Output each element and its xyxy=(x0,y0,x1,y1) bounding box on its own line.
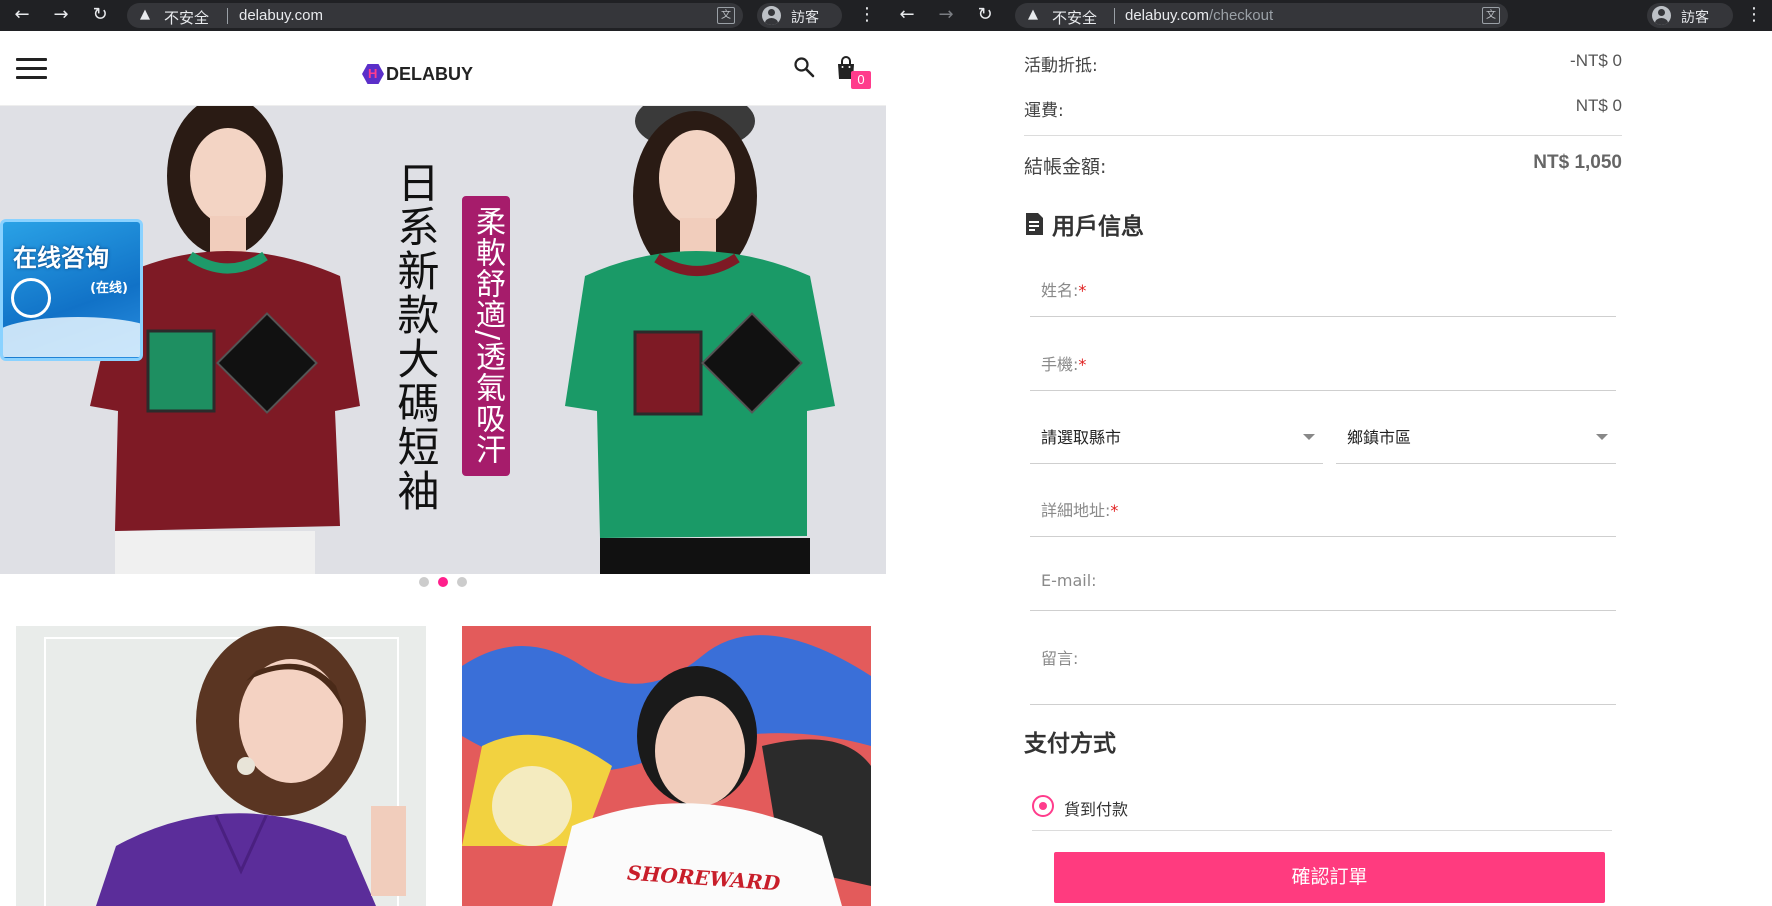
payment-option-label: 貨到付款 xyxy=(1064,800,1129,819)
phone-field[interactable]: 手機:* xyxy=(1030,341,1616,391)
chat-widget-status: (在线) xyxy=(90,281,128,296)
translate-icon[interactable]: 文 xyxy=(717,7,735,24)
forward-arrow-icon[interactable]: → xyxy=(50,4,72,26)
url-text: delabuy.com/checkout xyxy=(1125,7,1274,24)
reload-icon[interactable]: ↻ xyxy=(974,4,996,26)
message-label: 留言: xyxy=(1041,649,1079,668)
translate-icon[interactable]: 文 xyxy=(1482,7,1500,24)
required-mark: * xyxy=(1078,355,1087,374)
carousel-dot-active[interactable] xyxy=(438,577,448,587)
summary-row-shipping: 運費: NT$ 0 xyxy=(1024,96,1622,121)
summary-label: 活動折抵: xyxy=(1024,56,1098,76)
address-bar[interactable]: ▲ 不安全 delabuy.com 文 xyxy=(127,3,743,28)
total-value: NT$ 1,050 xyxy=(1533,152,1622,173)
radio-selected-icon[interactable] xyxy=(1032,795,1054,817)
chevron-down-icon xyxy=(1303,434,1315,440)
address-field[interactable]: 詳細地址:* xyxy=(1030,487,1616,537)
banner-tagline: 柔軟舒適/透氣吸汗 xyxy=(462,196,510,476)
browser-menu-icon[interactable]: ⋮ xyxy=(858,4,876,26)
logo-text: DELABUY xyxy=(386,63,474,84)
county-select-value: 請選取縣市 xyxy=(1041,428,1122,447)
profile-button[interactable]: 訪客 xyxy=(757,3,842,28)
chat-widget-wave xyxy=(3,317,140,357)
cart-count-badge: 0 xyxy=(851,71,871,89)
forward-arrow-icon[interactable]: → xyxy=(935,4,957,26)
banner-headline: 日系新款大碼短袖 xyxy=(391,161,440,513)
security-label: 不安全 xyxy=(1052,9,1098,27)
carousel-dot[interactable] xyxy=(419,577,429,587)
summary-row-total: 結帳金額: NT$ 1,050 xyxy=(1024,152,1622,178)
site-header: DELABUY xyxy=(0,31,886,106)
avatar-icon xyxy=(762,6,781,25)
email-field[interactable]: E-mail: xyxy=(1030,561,1616,611)
warning-icon: ▲ xyxy=(1028,7,1038,22)
name-field[interactable]: 姓名:* xyxy=(1030,267,1616,317)
summary-value: NT$ 0 xyxy=(1575,96,1622,115)
profile-name: 訪客 xyxy=(1681,10,1709,26)
product-tile-white-tee[interactable]: SHOREWARD xyxy=(462,626,871,906)
required-mark: * xyxy=(1110,501,1119,520)
back-arrow-icon[interactable]: ← xyxy=(896,4,918,26)
email-label: E-mail: xyxy=(1041,571,1097,590)
security-label: 不安全 xyxy=(164,9,210,27)
product-tile-purple-blouse[interactable] xyxy=(16,626,426,906)
chat-widget-title: 在线咨询 xyxy=(13,244,109,272)
address-label: 詳細地址:* xyxy=(1041,501,1119,520)
payment-title: 支付方式 xyxy=(1024,731,1116,757)
confirm-order-button[interactable]: 確認訂單 xyxy=(1054,852,1605,903)
product-image-purple xyxy=(96,626,406,906)
required-mark: * xyxy=(1078,281,1087,300)
avatar-icon xyxy=(1652,6,1671,25)
address-bar[interactable]: ▲ 不安全 delabuy.com/checkout 文 xyxy=(1015,3,1508,28)
omnibox-separator xyxy=(1114,8,1115,24)
reload-icon[interactable]: ↻ xyxy=(89,4,111,26)
right-browser-window: ← → ↻ ▲ 不安全 delabuy.com/checkout 文 訪客 ⋮ … xyxy=(886,0,1772,906)
payment-heading: 支付方式 xyxy=(1024,725,1116,757)
phone-icon xyxy=(11,278,51,318)
logo-mark-icon xyxy=(362,64,384,84)
summary-divider xyxy=(1024,135,1622,136)
summary-value: -NT$ 0 xyxy=(1570,51,1622,70)
name-label: 姓名:* xyxy=(1041,281,1087,300)
summary-label: 運費: xyxy=(1024,101,1064,121)
total-label: 結帳金額: xyxy=(1024,156,1107,178)
chevron-down-icon xyxy=(1596,434,1608,440)
warning-icon: ▲ xyxy=(140,7,150,22)
county-select[interactable]: 請選取縣市 xyxy=(1030,414,1323,464)
checkout-page: 活動折抵: -NT$ 0 運費: NT$ 0 結帳金額: NT$ 1,050 用… xyxy=(886,31,1772,906)
left-browser-window: ← → ↻ ▲ 不安全 delabuy.com 文 訪客 ⋮ DELABUY xyxy=(0,0,886,906)
banner-model-right xyxy=(565,106,835,574)
summary-row-discount: 活動折抵: -NT$ 0 xyxy=(1024,51,1622,76)
browser-toolbar: ← → ↻ ▲ 不安全 delabuy.com 文 訪客 ⋮ xyxy=(0,0,886,31)
back-arrow-icon[interactable]: ← xyxy=(11,4,33,26)
browser-menu-icon[interactable]: ⋮ xyxy=(1745,4,1763,26)
district-select-value: 鄉鎮市區 xyxy=(1347,428,1412,447)
user-info-heading: 用戶信息 xyxy=(1024,208,1144,240)
profile-name: 訪客 xyxy=(791,10,819,26)
message-field[interactable]: 留言: xyxy=(1030,635,1616,705)
carousel-dot[interactable] xyxy=(457,577,467,587)
online-chat-widget[interactable]: 在线咨询 (在线) xyxy=(0,219,143,361)
site-logo[interactable]: DELABUY xyxy=(362,63,473,85)
browser-toolbar: ← → ↻ ▲ 不安全 delabuy.com/checkout 文 訪客 ⋮ xyxy=(886,0,1772,31)
profile-button[interactable]: 訪客 xyxy=(1647,3,1733,28)
payment-option-cod[interactable]: 貨到付款 xyxy=(1032,781,1612,831)
carousel-dots xyxy=(419,577,467,587)
url-text: delabuy.com xyxy=(239,7,323,24)
search-icon[interactable] xyxy=(792,55,816,79)
omnibox-separator xyxy=(227,8,228,24)
user-info-title: 用戶信息 xyxy=(1052,214,1144,240)
phone-label: 手機:* xyxy=(1041,355,1087,374)
district-select[interactable]: 鄉鎮市區 xyxy=(1336,414,1616,464)
document-icon xyxy=(1026,213,1043,235)
hamburger-menu-icon[interactable] xyxy=(16,58,47,80)
